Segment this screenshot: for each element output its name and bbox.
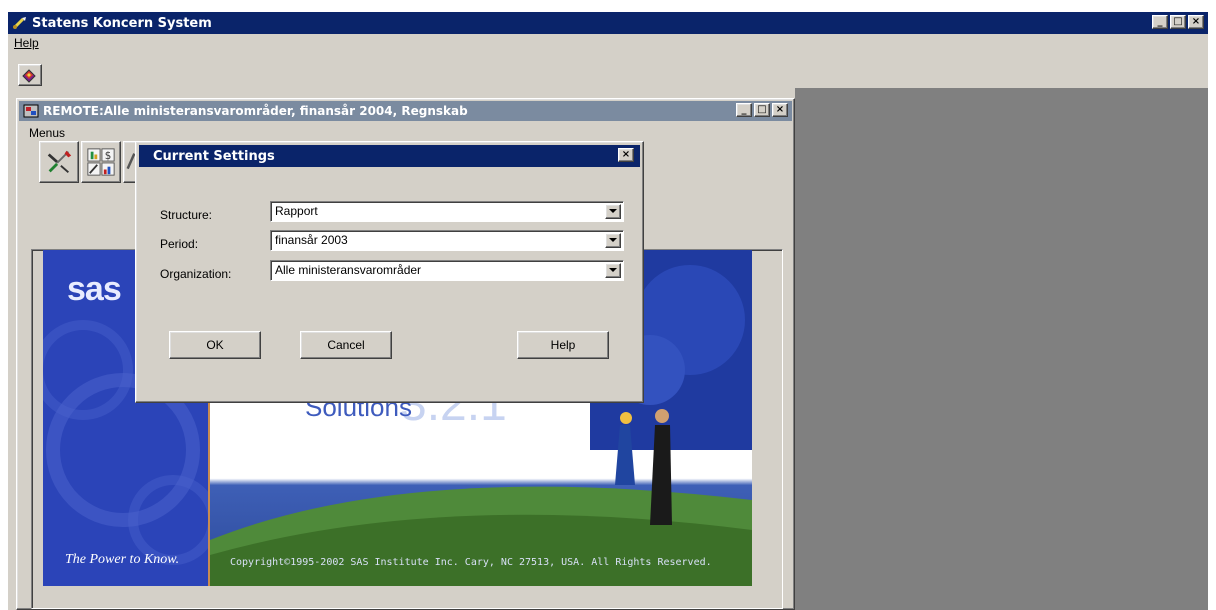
svg-text:$: $ — [105, 150, 112, 162]
organization-value: Alle ministeransvarområder — [275, 263, 422, 277]
close-button[interactable]: × — [1188, 15, 1204, 29]
cancel-button[interactable]: Cancel — [300, 331, 392, 359]
finance-button[interactable]: $ — [81, 141, 121, 183]
tools-button[interactable] — [39, 141, 79, 183]
copyright-text: Copyright©1995-2002 SAS Institute Inc. C… — [230, 557, 712, 568]
structure-label: Structure: — [160, 208, 213, 222]
chevron-down-icon — [609, 238, 617, 242]
child-window-controls: _ □ × — [736, 103, 788, 117]
sas-logo: sas — [67, 270, 122, 308]
chevron-down-icon — [609, 209, 617, 213]
toolbar-book-button[interactable] — [18, 64, 42, 86]
child-minimize-button[interactable]: _ — [736, 103, 752, 117]
app-icon — [12, 17, 26, 30]
structure-dropdown-arrow[interactable] — [605, 204, 621, 219]
chevron-down-icon — [609, 268, 617, 272]
child-toolbar: $ — [39, 141, 139, 185]
period-select[interactable]: finansår 2003 — [270, 230, 624, 251]
help-button[interactable]: Help — [517, 331, 609, 359]
main-window-title: Statens Koncern System — [32, 15, 212, 31]
child-window-title: REMOTE:Alle ministeransvarområder, finan… — [43, 104, 468, 118]
organization-dropdown-arrow[interactable] — [605, 263, 621, 278]
ok-button[interactable]: OK — [169, 331, 261, 359]
mdi-workspace — [795, 88, 1208, 610]
dialog-title: Current Settings — [153, 148, 275, 164]
menu-help[interactable]: Help — [12, 34, 41, 52]
tools-icon — [47, 150, 72, 174]
book-icon — [22, 69, 36, 83]
menus-label: Menus — [29, 126, 66, 140]
main-titlebar[interactable]: Statens Koncern System _ □ × — [8, 12, 1208, 34]
child-maximize-button[interactable]: □ — [754, 103, 770, 117]
dialog-titlebar[interactable]: Current Settings × — [139, 145, 640, 167]
structure-select[interactable]: Rapport — [270, 201, 624, 222]
organization-label: Organization: — [160, 267, 232, 281]
dialog-close-button[interactable]: × — [618, 148, 634, 162]
period-label: Period: — [160, 237, 199, 251]
minimize-button[interactable]: _ — [1152, 15, 1168, 29]
structure-value: Rapport — [275, 204, 318, 218]
period-dropdown-arrow[interactable] — [605, 233, 621, 248]
splash-tagline: The Power to Know. — [65, 552, 180, 567]
period-value: finansår 2003 — [275, 233, 348, 247]
main-window-controls: _ □ × — [1152, 15, 1204, 29]
window-icon — [23, 104, 39, 118]
menubar: Help — [8, 36, 41, 54]
finance-icon: $ — [87, 148, 115, 176]
current-settings-dialog: Current Settings × Structure: Rapport Pe… — [135, 141, 644, 403]
maximize-button[interactable]: □ — [1170, 15, 1186, 29]
organization-select[interactable]: Alle ministeransvarområder — [270, 260, 624, 281]
child-close-button[interactable]: × — [772, 103, 788, 117]
child-titlebar[interactable]: REMOTE:Alle ministeransvarområder, finan… — [19, 101, 792, 121]
